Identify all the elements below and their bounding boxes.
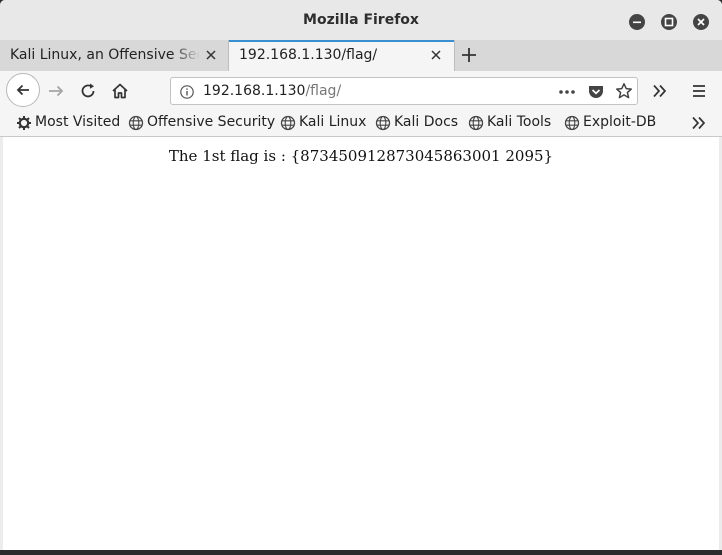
bookmark-label: Most Visited bbox=[35, 114, 121, 130]
active-tab-indicator bbox=[229, 40, 454, 42]
bookmarks-toolbar: Most Visited Offensive Security Kali Lin… bbox=[0, 110, 722, 137]
minimize-button[interactable] bbox=[629, 14, 645, 30]
bookmark-star-icon[interactable] bbox=[615, 82, 633, 100]
tab-close-icon[interactable] bbox=[204, 48, 218, 62]
tab-label: 192.168.1.130/flag/ bbox=[239, 47, 378, 63]
bookmark-label: Offensive Security bbox=[147, 114, 276, 130]
close-window-button[interactable] bbox=[693, 14, 709, 30]
url-bar[interactable]: 192.168.1.130/flag/ bbox=[170, 77, 638, 105]
tab-kali-linux[interactable]: Kali Linux, an Offensive Security bbox=[0, 40, 227, 71]
bookmarks-overflow-icon[interactable] bbox=[689, 113, 709, 133]
globe-icon bbox=[564, 115, 580, 131]
flag-message: The 1st flag is : {873450912873045863001… bbox=[168, 147, 554, 165]
maximize-button[interactable] bbox=[661, 14, 677, 30]
bookmark-label: Kali Linux bbox=[299, 114, 367, 130]
bookmark-label: Kali Docs bbox=[394, 114, 459, 130]
bookmark-label: Kali Tools bbox=[487, 114, 552, 130]
info-icon[interactable] bbox=[179, 84, 195, 100]
url-host: 192.168.1.130 bbox=[203, 83, 306, 99]
reload-icon[interactable] bbox=[78, 81, 98, 101]
globe-icon bbox=[128, 115, 144, 131]
back-arrow-icon bbox=[16, 84, 29, 96]
url-path: /flag/ bbox=[305, 83, 342, 99]
page-actions-icon[interactable] bbox=[558, 84, 576, 100]
maximize-icon bbox=[664, 17, 674, 27]
globe-icon bbox=[375, 115, 391, 131]
hamburger-menu-icon[interactable] bbox=[689, 81, 709, 101]
tab-strip: Kali Linux, an Offensive Security 192.16… bbox=[0, 40, 722, 72]
tab-flag[interactable]: 192.168.1.130/flag/ bbox=[228, 40, 455, 71]
close-icon bbox=[697, 18, 705, 26]
title-bar[interactable]: Mozilla Firefox bbox=[0, 0, 722, 40]
back-button[interactable] bbox=[6, 73, 40, 107]
pocket-icon[interactable] bbox=[587, 83, 605, 101]
forward-arrow-icon[interactable] bbox=[46, 81, 66, 101]
globe-icon bbox=[468, 115, 484, 131]
overflow-chevron-icon[interactable] bbox=[650, 81, 670, 101]
gear-icon bbox=[17, 116, 31, 130]
page-content: The 1st flag is : {873450912873045863001… bbox=[3, 137, 719, 550]
home-icon[interactable] bbox=[110, 81, 130, 101]
minimize-icon bbox=[633, 21, 641, 24]
tab-close-icon[interactable] bbox=[429, 48, 443, 62]
url-text[interactable]: 192.168.1.130/flag/ bbox=[203, 83, 341, 99]
window-border-bottom bbox=[0, 550, 722, 555]
firefox-window: Mozilla Firefox Kali Linux, an Offensive… bbox=[0, 0, 722, 555]
new-tab-icon[interactable] bbox=[459, 45, 479, 65]
tab-label: Kali Linux, an Offensive Security bbox=[10, 47, 200, 63]
window-title: Mozilla Firefox bbox=[303, 12, 419, 28]
bookmark-label: Exploit-DB bbox=[583, 114, 657, 130]
globe-icon bbox=[280, 115, 296, 131]
